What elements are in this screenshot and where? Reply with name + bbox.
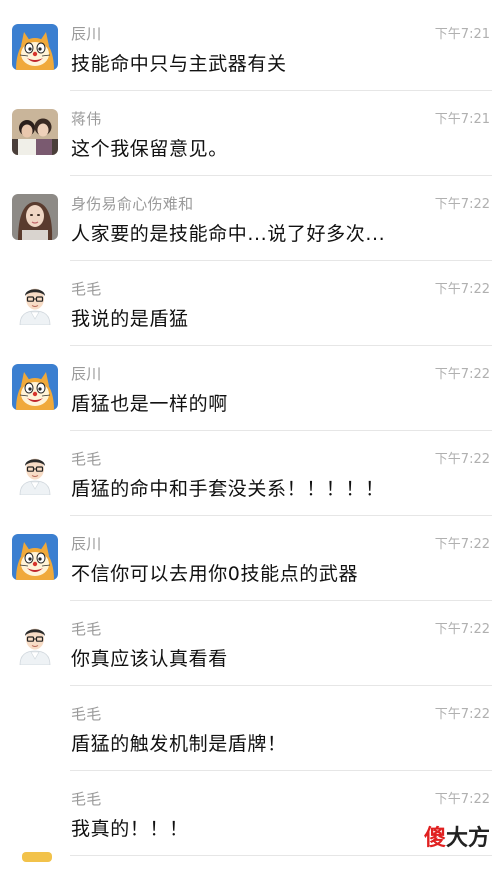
message-time: 下午7:22: [434, 537, 490, 552]
message-text: 人家要的是技能命中...说了好多次...: [71, 223, 386, 245]
message-text: 盾猛的触发机制是盾牌！: [71, 733, 287, 755]
message-time: 下午7:22: [434, 282, 490, 297]
message-text: 我说的是盾猛: [71, 308, 189, 330]
chat-message[interactable]: 毛毛 下午7:22 盾猛的命中和手套没关系！！！！！: [0, 431, 504, 516]
message-time: 下午7:22: [434, 622, 490, 637]
message-time: 下午7:21: [434, 112, 490, 127]
sender-name: 辰川: [71, 365, 102, 383]
message-text: 技能命中只与主武器有关: [71, 53, 287, 75]
chat-message[interactable]: 毛毛 下午7:22 我说的是盾猛: [0, 261, 504, 346]
message-text: 我真的！！！: [71, 818, 189, 840]
chat-message[interactable]: 蒋伟 下午7:21 这个我保留意见。: [0, 91, 504, 176]
photo-avatar-woman[interactable]: [12, 194, 58, 240]
message-time: 下午7:22: [434, 707, 490, 722]
message-time: 下午7:22: [434, 792, 490, 807]
sender-name: 辰川: [71, 535, 102, 553]
doraemon-avatar[interactable]: [12, 364, 58, 410]
watermark-char: 傻: [423, 826, 446, 851]
chat-message[interactable]: 辰川 下午7:21 技能命中只与主武器有关: [0, 6, 504, 91]
doraemon-avatar[interactable]: [12, 24, 58, 70]
chat-message[interactable]: 身伤易俞心伤难和 下午7:22 人家要的是技能命中...说了好多次...: [0, 176, 504, 261]
chat-message-list: 辰川 下午7:21 技能命中只与主武器有关 蒋伟 下午7:21 这个我保留意见。 身伤易…: [0, 6, 504, 862]
message-text: 盾猛的命中和手套没关系！！！！！: [71, 478, 385, 500]
sender-name: 毛毛: [71, 280, 102, 298]
chat-message[interactable]: 辰川 下午7:22 盾猛也是一样的啊: [0, 346, 504, 431]
cartoon-man-avatar[interactable]: [12, 449, 58, 495]
watermark-text: 大方: [445, 826, 490, 851]
sender-name: 毛毛: [71, 705, 102, 723]
sender-name: 身伤易俞心伤难和: [71, 195, 194, 213]
chat-message[interactable]: 辰川 下午7:22 不信你可以去用你0技能点的武器: [0, 516, 504, 601]
message-divider: [70, 855, 492, 856]
partial-avatar: [22, 852, 52, 862]
sender-name: 毛毛: [71, 620, 102, 638]
sender-name: 蒋伟: [71, 110, 102, 128]
watermark: 傻大方: [424, 820, 490, 852]
photo-avatar-couple[interactable]: [12, 109, 58, 155]
sender-name: 毛毛: [71, 790, 102, 808]
sender-name: 毛毛: [71, 450, 102, 468]
message-time: 下午7:22: [434, 197, 490, 212]
chat-message[interactable]: 毛毛 下午7:22 盾猛的触发机制是盾牌！: [0, 686, 504, 771]
chat-message[interactable]: 毛毛 下午7:22 你真应该认真看看: [0, 601, 504, 686]
message-text: 这个我保留意见。: [71, 138, 228, 160]
message-time: 下午7:21: [434, 27, 490, 42]
doraemon-avatar[interactable]: [12, 534, 58, 580]
cartoon-man-avatar[interactable]: [12, 279, 58, 325]
message-text: 你真应该认真看看: [71, 648, 228, 670]
cartoon-man-avatar[interactable]: [12, 619, 58, 665]
sender-name: 辰川: [71, 25, 102, 43]
message-time: 下午7:22: [434, 367, 490, 382]
message-text: 盾猛也是一样的啊: [71, 393, 228, 415]
message-text: 不信你可以去用你0技能点的武器: [71, 563, 359, 585]
message-time: 下午7:22: [434, 452, 490, 467]
